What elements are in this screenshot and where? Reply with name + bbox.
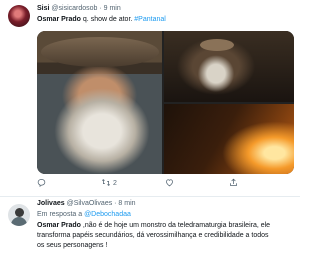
reply-icon[interactable] [37, 178, 46, 191]
reply-context: Em resposta a @Debochadaa [37, 210, 131, 220]
avatar-head-shape [15, 208, 24, 217]
tweet-card[interactable]: Sisi @sisicardosob · 9 min Osmar Prado q… [0, 0, 300, 196]
media-grid [37, 31, 294, 174]
reply-tweet-card[interactable]: Jolivaes @SilvaOlivaes · 8 min Em respos… [0, 196, 300, 260]
author-name[interactable]: Sisi [37, 5, 49, 12]
media-image-top-right[interactable] [164, 31, 294, 102]
author-name[interactable]: Jolivaes [37, 200, 65, 207]
avatar-body-shape [11, 217, 27, 226]
tweet-text-line-1: Osmar Prado ,não é de hoje um monstro da… [37, 221, 294, 231]
retweet-icon[interactable] [101, 178, 111, 191]
reply-mention-link[interactable]: @Debochadaa [84, 211, 131, 218]
retweet-count: 2 [113, 180, 117, 187]
author-handle-time[interactable]: @SilvaOlivaes · 8 min [67, 200, 136, 207]
tweet-text-line-2: transforma papéis secundários, dá veross… [37, 232, 269, 239]
hat-shape [41, 37, 159, 67]
tweet-header: Jolivaes @SilvaOlivaes · 8 min [37, 199, 136, 209]
tweet-text: Osmar Prado ,não é de hoje um monstro da… [37, 221, 294, 251]
avatar[interactable] [8, 204, 30, 226]
tweet-text-plain: ,não é de hoje um monstro da teledramatu… [80, 222, 271, 229]
share-icon[interactable] [229, 178, 238, 191]
tweet-text-bold: Osmar Prado [37, 222, 81, 229]
media-image-left[interactable] [37, 31, 162, 174]
tweet-text-plain: q. show de ator. [80, 16, 135, 23]
author-handle-time[interactable]: @sisicardosob · 9 min [51, 5, 120, 12]
hat-shape [200, 39, 234, 51]
heart-icon[interactable] [165, 178, 174, 191]
media-image-bottom-right[interactable] [164, 104, 294, 174]
tweet-text-line-3: os seus personagens ! [37, 242, 108, 249]
tweet-text: Osmar Prado q. show de ator. #Pantanal [37, 15, 166, 25]
hashtag-link[interactable]: #Pantanal [134, 16, 166, 23]
tweet-text-bold: Osmar Prado [37, 16, 81, 23]
avatar[interactable] [8, 5, 30, 27]
tweet-actions: 2 [37, 178, 294, 190]
reply-prefix: Em resposta a [37, 211, 85, 218]
tweet-header: Sisi @sisicardosob · 9 min [37, 4, 121, 14]
